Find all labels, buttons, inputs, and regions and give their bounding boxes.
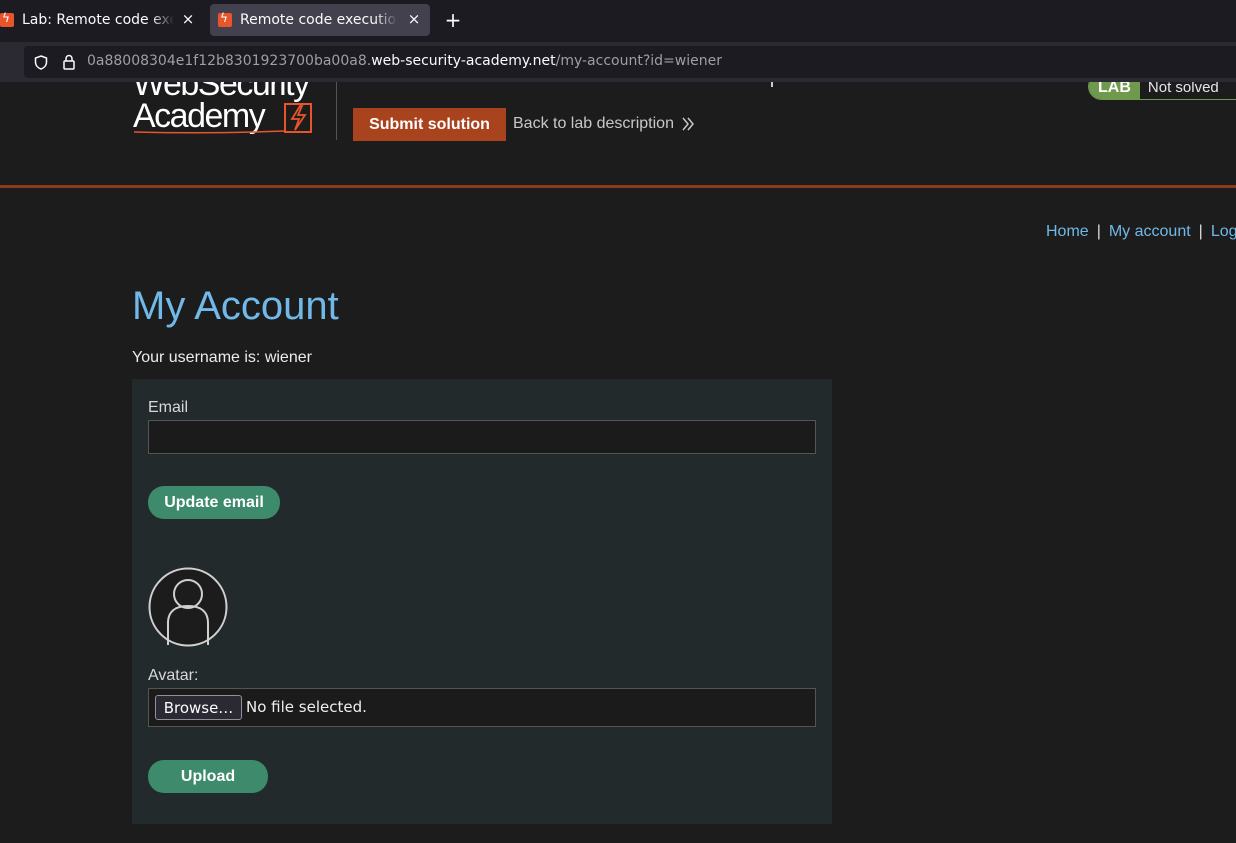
nav-log-out-link[interactable]: Log out xyxy=(1211,223,1236,240)
address-bar[interactable]: 0a88008304e1f12b8301923700ba00a8.web-sec… xyxy=(24,46,1236,78)
lab-status-text: Not solved xyxy=(1139,82,1236,99)
email-label: Email xyxy=(148,399,189,416)
back-to-lab-link[interactable]: Back to lab description xyxy=(513,115,674,133)
lightning-logo-icon xyxy=(284,103,312,133)
lab-label: LAB xyxy=(1089,82,1140,99)
account-panel: Email Update email Avatar: Browse… No fi… xyxy=(132,379,832,824)
update-email-button[interactable]: Update email xyxy=(148,486,280,519)
file-status-text: No file selected. xyxy=(246,698,367,716)
email-field[interactable] xyxy=(148,420,816,454)
tab-title: Lab: Remote code execution via web shell… xyxy=(22,12,174,28)
nav-separator: | xyxy=(1198,223,1203,240)
close-tab-icon[interactable]: × xyxy=(180,11,196,27)
shield-icon[interactable] xyxy=(34,55,48,70)
header-mark xyxy=(771,82,773,87)
nav-my-account-link[interactable]: My account xyxy=(1109,223,1191,240)
browse-button[interactable]: Browse… xyxy=(155,695,242,720)
academy-header: WebSecurity Academy Submit solution Back… xyxy=(0,82,1236,188)
browser-tab-bar: Lab: Remote code execution via web shell… xyxy=(0,0,1236,42)
new-tab-button[interactable]: + xyxy=(442,8,464,32)
nav-separator: | xyxy=(1096,223,1101,240)
lab-status-badge: LAB Not solved xyxy=(1088,82,1236,100)
avatar-file-input[interactable]: Browse… No file selected. xyxy=(148,688,816,727)
tab-lab-page[interactable]: Remote code execution via web shell uplo… xyxy=(210,4,430,36)
url-text: 0a88008304e1f12b8301923700ba00a8.web-sec… xyxy=(87,53,722,69)
avatar-label: Avatar: xyxy=(148,667,199,684)
logo-underline-icon xyxy=(134,130,284,134)
header-divider xyxy=(336,82,337,140)
close-tab-icon[interactable]: × xyxy=(406,11,422,27)
upload-button[interactable]: Upload xyxy=(148,760,268,793)
submit-solution-button[interactable]: Submit solution xyxy=(353,108,506,141)
top-navigation: Home | My account | Log out xyxy=(1046,223,1236,241)
username-text: Your username is: wiener xyxy=(132,349,312,366)
favicon-icon xyxy=(0,11,14,27)
lock-icon[interactable] xyxy=(62,54,76,70)
tab-title: Remote code execution via web shell uplo… xyxy=(240,12,398,28)
tab-lab-description[interactable]: Lab: Remote code execution via web shell… xyxy=(0,4,204,36)
page-content: WebSecurity Academy Submit solution Back… xyxy=(0,82,1236,843)
double-chevron-right-icon xyxy=(682,117,694,131)
browser-nav-bar: 0a88008304e1f12b8301923700ba00a8.web-sec… xyxy=(0,42,1236,82)
avatar-placeholder-icon xyxy=(148,567,228,647)
favicon-icon xyxy=(218,11,232,27)
page-title: My Account xyxy=(132,284,339,328)
nav-home-link[interactable]: Home xyxy=(1046,223,1089,240)
